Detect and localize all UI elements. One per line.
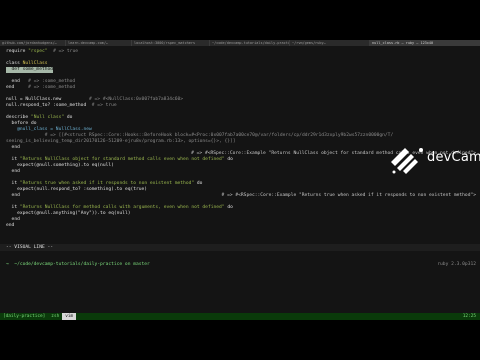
tmux-status-bar: [daily-practice] zsh vim 12:25 bbox=[0, 313, 480, 320]
code-line-require: require "rspec" # => true bbox=[6, 49, 78, 54]
code-line-null-respond: null.respond_to? :some_method # => true bbox=[6, 103, 117, 108]
code-line-end-outer: end # => :some_method bbox=[6, 85, 76, 90]
tab-daily-practice[interactable]: ~/code/devcamp-tutorials/daily-practice bbox=[210, 40, 290, 46]
example-comment-2: # => #<RSpec::Core::Example "Returns tru… bbox=[221, 193, 476, 198]
shell-pane[interactable]: → ~/code/devcamp-tutorials/daily-practic… bbox=[0, 254, 480, 314]
tab-rvm-gems[interactable]: ~/rvm/gems/ruby… bbox=[290, 40, 370, 46]
tmux-window-vim[interactable]: vim bbox=[62, 313, 77, 320]
tab-null-class[interactable]: null_class.rb — ruby — 123x40 bbox=[370, 40, 480, 46]
tab-learn[interactable]: learn.devcamp.com/… bbox=[66, 40, 132, 46]
code-line-expect-3: expect(@null.anything("Any")).to eq(null… bbox=[17, 211, 131, 216]
code-line-end-it-2: end bbox=[11, 193, 20, 198]
tab-localhost[interactable]: localhost:3000/rspec_matchers bbox=[132, 40, 210, 46]
tab-github[interactable]: github.com/jordanhudgens/… bbox=[0, 40, 66, 46]
code-line-end-it-1: end bbox=[11, 169, 20, 174]
tmux-session: [daily-practice] bbox=[3, 314, 46, 319]
code-line-end-describe: end bbox=[6, 223, 15, 228]
ruby-version: ruby 2.3.0p312 bbox=[437, 262, 476, 267]
selected-line[interactable]: def some_method bbox=[6, 67, 54, 73]
shell-prompt: → ~/code/devcamp-tutorials/daily-practic… bbox=[6, 262, 150, 267]
code-line-expect-1: expect(@null.something).to eq(null) bbox=[17, 163, 114, 168]
code-line-end-before: end bbox=[11, 145, 20, 150]
tmux-window-zsh[interactable]: zsh bbox=[48, 313, 62, 320]
tab-bar: github.com/jordanhudgens/… learn.devcamp… bbox=[0, 40, 480, 46]
terminal-window: github.com/jordanhudgens/… learn.devcamp… bbox=[0, 40, 480, 320]
devcamp-logo-text: devCamp bbox=[427, 150, 480, 165]
code-line-expect-2: expect(null.respond_to? :something).to e… bbox=[17, 187, 148, 192]
tmux-clock: 12:25 bbox=[462, 314, 476, 319]
vim-mode-indicator: -- VISUAL LINE -- bbox=[0, 244, 480, 251]
code-line-hook-comment-2: seeing_is_believing_temp_dir20170126-512… bbox=[6, 139, 236, 144]
